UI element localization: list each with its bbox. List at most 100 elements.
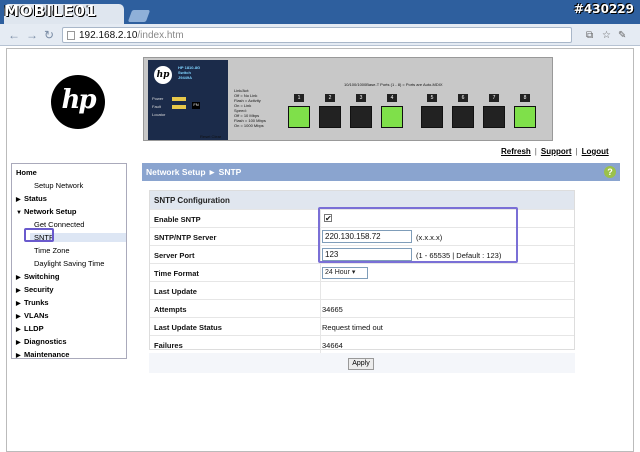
- apply-button[interactable]: Apply: [348, 358, 374, 370]
- support-link[interactable]: Support: [541, 147, 572, 156]
- row-last-update: Last Update: [150, 281, 574, 300]
- sidebar-item-network-setup[interactable]: ▼ Network Setup: [16, 207, 77, 216]
- port-number-8: 8: [520, 94, 530, 102]
- time-format-label: Time Format: [154, 269, 199, 278]
- sidebar-item-status[interactable]: ▶ Status: [16, 194, 47, 203]
- sidebar-item-daylight-saving-time[interactable]: Daylight Saving Time: [34, 259, 104, 268]
- expand-arrow-icon: ▶: [16, 327, 21, 333]
- expand-arrow-icon: ▶: [16, 353, 21, 359]
- port-number-5: 5: [427, 94, 437, 102]
- port-2: [319, 106, 341, 128]
- back-icon[interactable]: ←: [8, 28, 20, 42]
- address-bar: ← → ↻ 192.168.2.10/index.htm ⧉ ☆ ✎: [0, 24, 640, 46]
- watermark-logo: MOBILE01: [4, 2, 98, 20]
- expand-arrow-icon: ▶: [16, 275, 21, 281]
- switch-hp-logo: hp: [154, 66, 172, 84]
- switch-faceplate-image: hp HP 1810-8G Switch J9449A Power Fault …: [143, 57, 553, 141]
- sidebar-item-security[interactable]: ▶ Security: [16, 285, 54, 294]
- url-host: 192.168.2.10: [79, 30, 138, 41]
- row-last-update-status: Last Update Status Request timed out: [150, 317, 574, 336]
- translate-icon[interactable]: ⧉: [586, 30, 593, 41]
- port-7: [483, 106, 505, 128]
- hp-logo: hp: [51, 75, 105, 129]
- browser-tab-strip: 10.0.0 MOBILE01 #430229: [0, 0, 640, 24]
- sidebar-item-home[interactable]: Home: [16, 168, 37, 177]
- expand-arrow-icon: ▶: [16, 288, 21, 294]
- port-number-6: 6: [458, 94, 468, 102]
- sidebar-item-trunks[interactable]: ▶ Trunks: [16, 298, 49, 307]
- expand-arrow-icon: ▶: [16, 197, 21, 203]
- url-input[interactable]: 192.168.2.10/index.htm: [62, 27, 572, 43]
- last-update-label: Last Update: [154, 287, 197, 296]
- reload-icon[interactable]: ↻: [44, 28, 54, 42]
- port-number-1: 1: [294, 94, 304, 102]
- sntp-server-label: SNTP/NTP Server: [154, 233, 217, 242]
- server-port-label: Server Port: [154, 251, 195, 260]
- port-5: [421, 106, 443, 128]
- reset-clear-label: Reset Clear: [200, 134, 222, 139]
- help-icon[interactable]: ?: [604, 166, 616, 178]
- ports-label: 10/100/1000Base-T Ports (1 - 8) = Ports …: [344, 82, 443, 87]
- collapse-arrow-icon: ▼: [16, 210, 22, 216]
- port-1: [288, 106, 310, 128]
- panel-title: SNTP Configuration: [154, 196, 230, 205]
- sntp-highlight-box: [24, 228, 54, 242]
- bookmark-star-icon[interactable]: ☆: [602, 30, 611, 41]
- power-led: [172, 97, 186, 101]
- page-title: Network Setup ► SNTP: [146, 167, 242, 177]
- row-attempts: Attempts 34665: [150, 299, 574, 318]
- port-3: [350, 106, 372, 128]
- expand-arrow-icon: ▶: [16, 340, 21, 346]
- time-format-select[interactable]: 24 Hour ▾: [322, 267, 368, 279]
- sidebar-item-switching[interactable]: ▶ Switching: [16, 272, 59, 281]
- port-number-7: 7: [489, 94, 499, 102]
- port-4: [381, 106, 403, 128]
- attempts-label: Attempts: [154, 305, 187, 314]
- fault-led: [172, 105, 186, 109]
- chevron-down-icon: ▾: [351, 269, 356, 276]
- post-id-watermark: #430229: [573, 2, 634, 16]
- refresh-link[interactable]: Refresh: [501, 147, 531, 156]
- sidebar-menu: Home Setup Network ▶ Status ▼ Network Setu…: [11, 163, 127, 359]
- failures-value: 34664: [322, 341, 343, 350]
- led-label-fault: Fault: [152, 104, 161, 109]
- expand-arrow-icon: ▶: [16, 301, 21, 307]
- port-number-4: 4: [387, 94, 397, 102]
- switch-front-left: hp HP 1810-8G Switch J9449A Power Fault …: [148, 60, 228, 140]
- logout-link[interactable]: Logout: [582, 147, 609, 156]
- sidebar-item-setup-network[interactable]: Setup Network: [34, 181, 83, 190]
- top-links: Refresh | Support | Logout: [501, 147, 609, 156]
- sidebar-item-time-zone[interactable]: Time Zone: [34, 246, 70, 255]
- row-time-format: Time Format 24 Hour ▾: [150, 263, 574, 282]
- url-path: /index.htm: [137, 30, 184, 41]
- attempts-value: 34665: [322, 305, 343, 314]
- fn-button: FN: [192, 102, 200, 109]
- port-8: [514, 106, 536, 128]
- annotation-highlight-box: [318, 207, 518, 263]
- switch-web-ui: hp hp HP 1810-8G Switch J9449A Power Fau…: [6, 48, 634, 452]
- sidebar-item-maintenance[interactable]: ▶ Maintenance: [16, 350, 69, 359]
- enable-sntp-label: Enable SNTP: [154, 215, 201, 224]
- sntp-config-panel: SNTP Configuration Enable SNTP ✔ SNTP/NT…: [149, 190, 575, 354]
- switch-model-label: HP 1810-8G Switch J9449A: [178, 65, 201, 80]
- sidebar-item-diagnostics[interactable]: ▶ Diagnostics: [16, 337, 67, 346]
- new-tab-button[interactable]: [127, 10, 151, 22]
- port-number-2: 2: [325, 94, 335, 102]
- locator-led: [172, 113, 186, 117]
- led-label-locator: Locator: [152, 112, 166, 117]
- port-6: [452, 106, 474, 128]
- sidebar-item-vlans[interactable]: ▶ VLANs: [16, 311, 49, 320]
- port-number-3: 3: [356, 94, 366, 102]
- content-header: Network Setup ► SNTP ?: [142, 163, 620, 181]
- sidebar-item-lldp[interactable]: ▶ LLDP: [16, 324, 44, 333]
- expand-arrow-icon: ▶: [16, 314, 21, 320]
- row-failures: Failures 34664: [150, 335, 574, 354]
- wrench-icon[interactable]: ✎: [618, 30, 626, 41]
- led-label-power: Power: [152, 96, 164, 101]
- failures-label: Failures: [154, 341, 183, 350]
- last-update-status-label: Last Update Status: [154, 323, 222, 332]
- forward-icon[interactable]: →: [26, 28, 38, 42]
- page-icon: [67, 31, 75, 40]
- led-legend: Link/Act: Off = No Link Flash = Activity…: [234, 88, 266, 128]
- last-update-status-value: Request timed out: [322, 323, 383, 332]
